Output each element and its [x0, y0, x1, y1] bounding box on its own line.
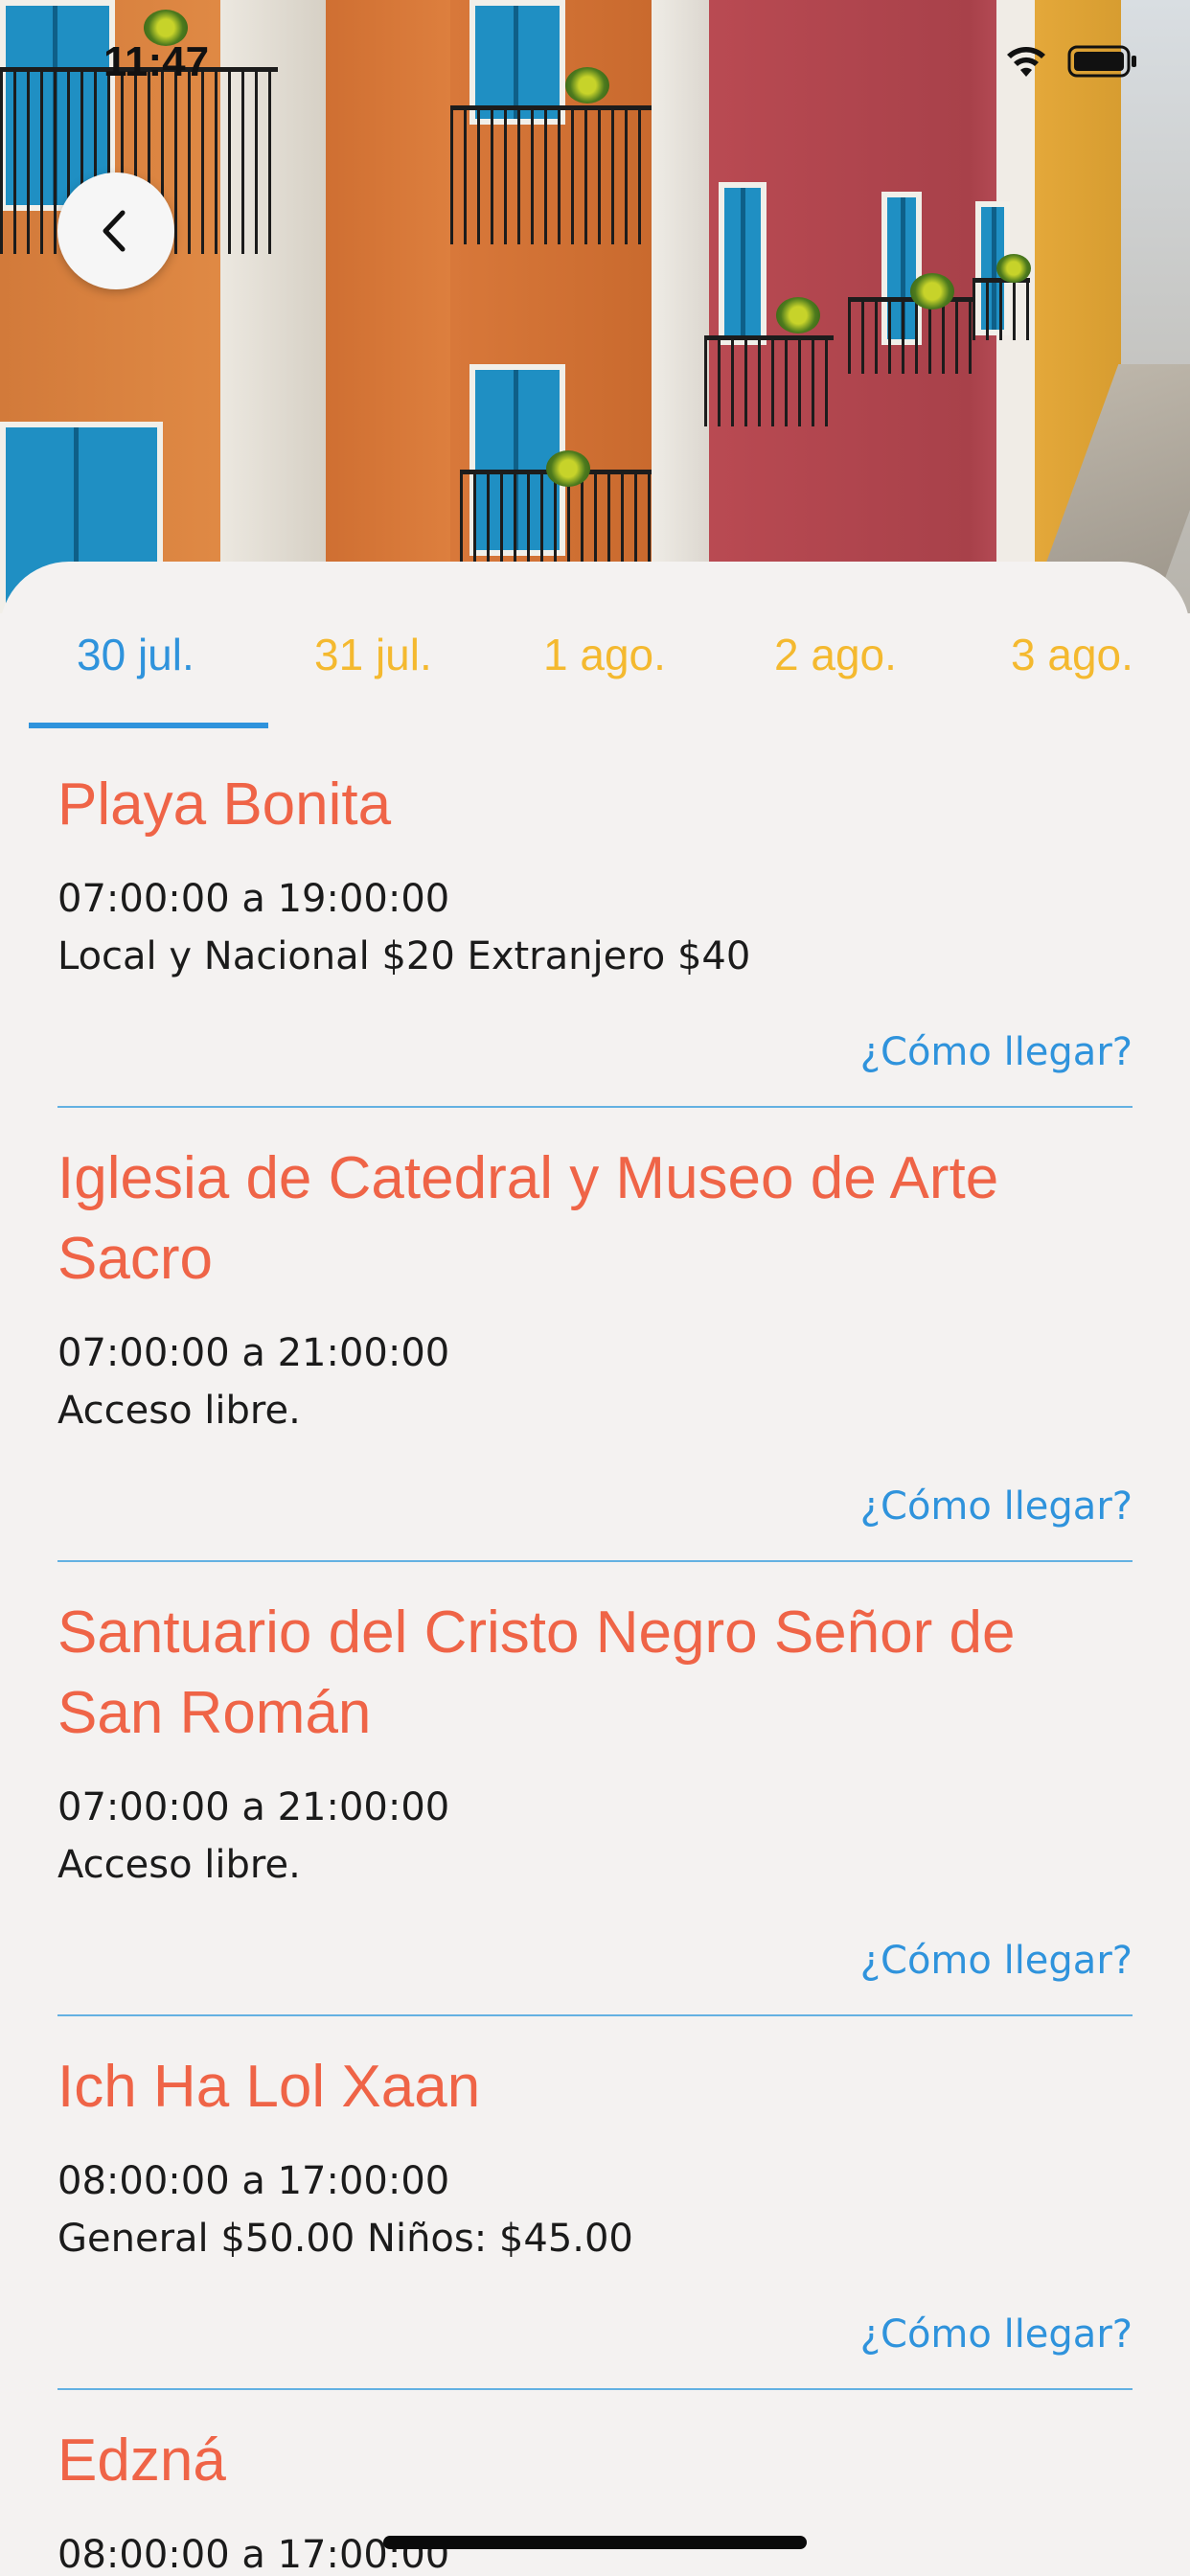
chevron-left-icon	[103, 210, 126, 252]
tab-indicator	[29, 723, 268, 728]
window	[719, 182, 767, 345]
status-time: 11:47	[103, 38, 210, 85]
battery-icon	[1067, 44, 1138, 82]
directions-link[interactable]: ¿Cómo llegar?	[57, 1934, 1133, 1988]
place-hours: 08:00:00 a 17:00:00	[57, 2159, 450, 2203]
hero-image	[0, 0, 1190, 613]
list-item: Iglesia de Catedral y Museo de Arte Sacr…	[57, 1138, 1133, 1562]
balcony	[848, 297, 973, 374]
date-tabs: 30 jul. 31 jul. 1 ago. 2 ago. 3 ago.	[0, 562, 1190, 732]
directions-link[interactable]: ¿Cómo llegar?	[57, 1025, 1133, 1079]
building-facade	[326, 0, 450, 613]
tab-1-ago[interactable]: 1 ago.	[543, 629, 666, 680]
tab-2-ago[interactable]: 2 ago.	[774, 629, 897, 680]
list-item: Ich Ha Lol Xaan 08:00:00 a 17:00:00 Gene…	[57, 2047, 1133, 2390]
place-price: Acceso libre.	[57, 1843, 301, 1887]
plant	[910, 273, 954, 310]
plant	[996, 254, 1031, 283]
plant	[776, 297, 820, 334]
tab-31-jul[interactable]: 31 jul.	[314, 629, 432, 680]
place-hours: 07:00:00 a 21:00:00	[57, 1331, 450, 1375]
place-hours: 08:00:00 a 17:00:00	[57, 2533, 450, 2576]
place-name: Iglesia de Catedral y Museo de Arte Sacr…	[57, 1145, 999, 1292]
list-item: Playa Bonita 07:00:00 a 19:00:00 Local y…	[57, 765, 1133, 1108]
place-name: Playa Bonita	[57, 771, 392, 838]
plant	[546, 450, 590, 487]
place-hours: 07:00:00 a 21:00:00	[57, 1785, 450, 1829]
list-item: Santuario del Cristo Negro Señor de San …	[57, 1593, 1133, 2016]
plant	[565, 67, 609, 104]
directions-link[interactable]: ¿Cómo llegar?	[57, 2308, 1133, 2361]
status-icons	[1004, 44, 1138, 82]
place-price: Local y Nacional $20 Extranjero $40	[57, 934, 751, 978]
wifi-icon	[1004, 44, 1048, 82]
directions-link[interactable]: ¿Cómo llegar?	[57, 1480, 1133, 1533]
content-sheet: 30 jul. 31 jul. 1 ago. 2 ago. 3 ago. Pla…	[0, 562, 1190, 2576]
list-item: Edzná 08:00:00 a 17:00:00	[57, 2421, 1133, 2576]
tab-30-jul[interactable]: 30 jul.	[77, 629, 195, 680]
balcony	[460, 470, 652, 570]
balcony	[450, 105, 652, 244]
balcony	[704, 335, 834, 426]
home-indicator	[383, 2536, 807, 2549]
balcony	[973, 278, 1030, 340]
place-name: Ich Ha Lol Xaan	[57, 2054, 481, 2120]
place-name: Edzná	[57, 2427, 226, 2494]
place-hours: 07:00:00 a 19:00:00	[57, 877, 450, 921]
tab-3-ago[interactable]: 3 ago.	[1011, 629, 1133, 680]
place-name: Santuario del Cristo Negro Señor de San …	[57, 1599, 1016, 1746]
back-button[interactable]	[57, 172, 174, 289]
place-price: General $50.00 Niños: $45.00	[57, 2217, 633, 2261]
place-price: Acceso libre.	[57, 1389, 301, 1433]
column	[652, 0, 709, 613]
places-list: Playa Bonita 07:00:00 a 19:00:00 Local y…	[57, 765, 1133, 2576]
